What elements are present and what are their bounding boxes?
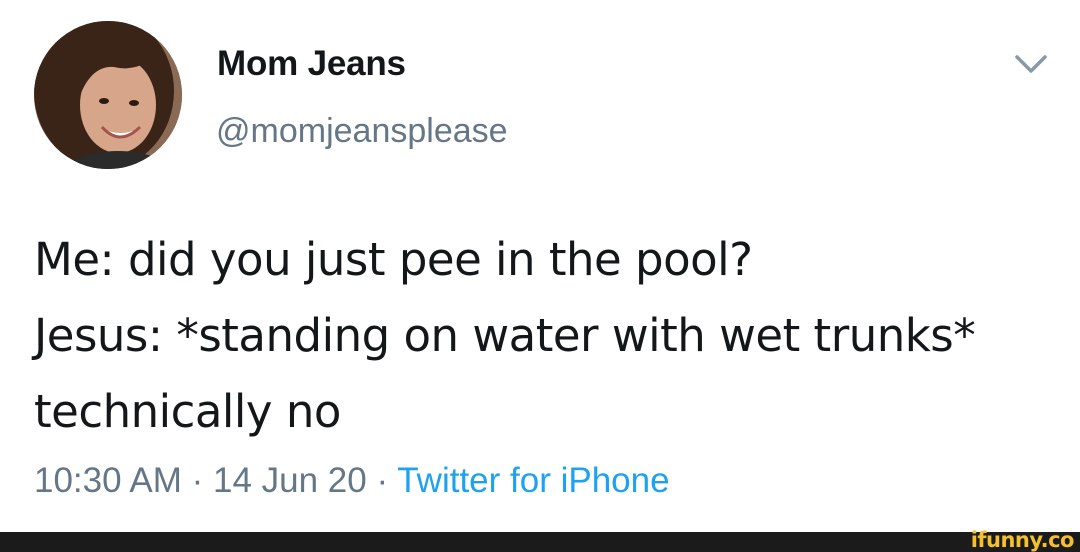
- tweet-date[interactable]: 14 Jun 20: [213, 461, 367, 500]
- tweet-meta: 10:30 AM · 14 Jun 20 · Twitter for iPhon…: [34, 461, 670, 501]
- meta-separator: ·: [366, 461, 398, 500]
- chevron-down-icon[interactable]: [1014, 53, 1048, 75]
- meta-separator: ·: [181, 461, 213, 500]
- profile-photo-icon: [34, 21, 182, 169]
- footer-bar: [0, 532, 1080, 552]
- author-display-name[interactable]: Mom Jeans: [217, 44, 406, 84]
- ifunny-watermark: ifunny.co: [970, 528, 1075, 552]
- tweet-source-link[interactable]: Twitter for iPhone: [397, 461, 669, 500]
- author-avatar[interactable]: [34, 21, 182, 169]
- tweet-card: Mom Jeans @momjeansplease Me: did you ju…: [0, 0, 1080, 532]
- tweet-time[interactable]: 10:30 AM: [34, 461, 182, 500]
- author-handle[interactable]: @momjeansplease: [216, 112, 508, 151]
- tweet-text: Me: did you just pee in the pool? Jesus:…: [34, 233, 976, 438]
